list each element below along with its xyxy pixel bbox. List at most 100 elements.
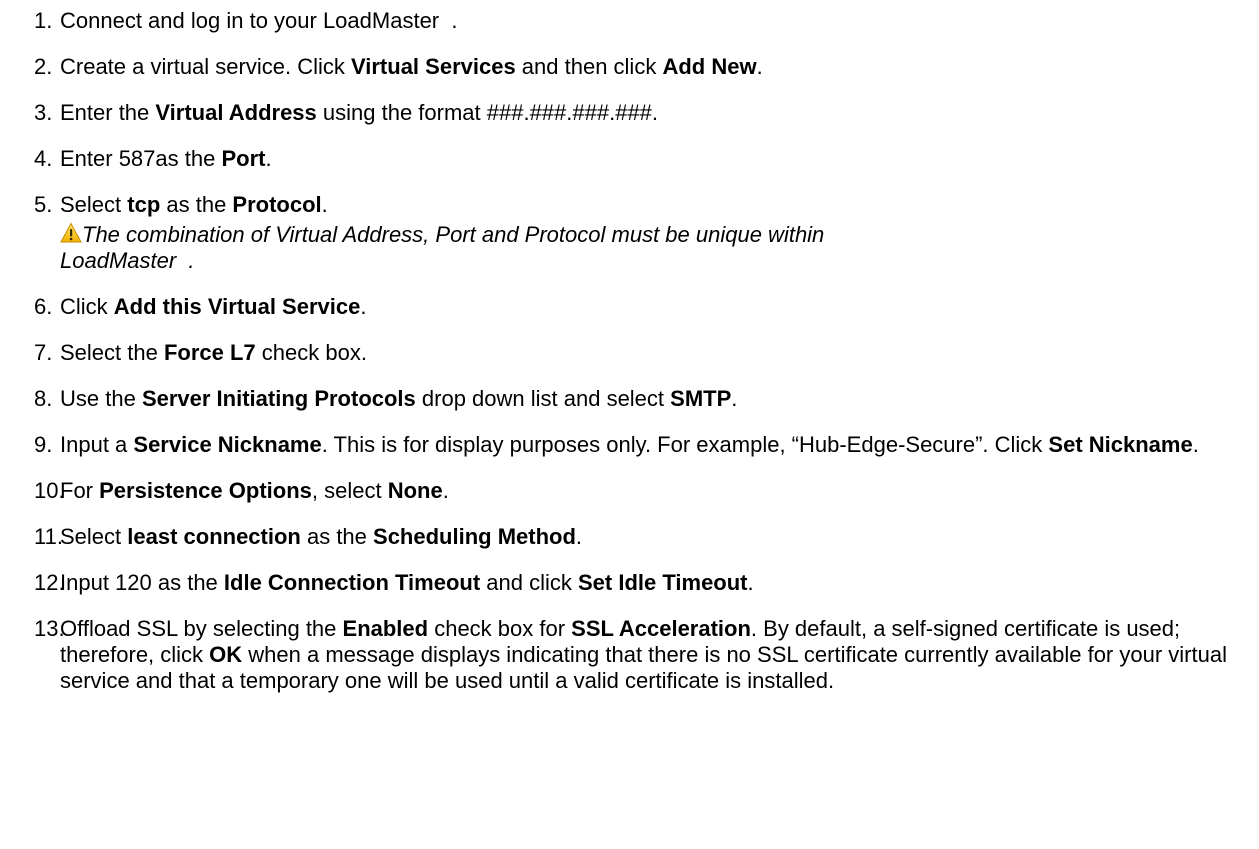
step-bold-term: Set Nickname	[1048, 432, 1193, 457]
step-bold-term: SMTP	[670, 386, 732, 411]
step-item: 13. Offload SSL by selecting the Enabled …	[34, 616, 1234, 694]
step-text-run: check box for	[428, 616, 572, 641]
step-number: 13.	[34, 616, 65, 641]
step-text: Input a Service Nickname. This is for di…	[60, 432, 1234, 458]
step-number: 1.	[34, 8, 53, 33]
step-text: Create a virtual service. Click Virtual …	[60, 54, 1234, 80]
step-text-run: and then click	[515, 54, 663, 79]
step-line: Input a Service Nickname. This is for di…	[60, 432, 1234, 458]
step-line: Use the Server Initiating Protocols drop…	[60, 386, 1234, 412]
step-text-run: Enter the	[60, 100, 156, 125]
step-text-run: check box.	[255, 340, 367, 365]
step-item: 7. Select the Force L7 check box.	[34, 340, 1234, 366]
step-bold-term: Virtual Services	[350, 54, 516, 79]
step-bold-term: tcp	[127, 192, 161, 217]
step-item: 3. Enter the Virtual Address using the fo…	[34, 100, 1234, 126]
step-item: 10. For Persistence Options, select None.	[34, 478, 1234, 504]
step-text-run: .	[360, 294, 367, 319]
document-page: 1. Connect and log in to your LoadMaster …	[0, 0, 1259, 849]
step-text-run: . This is for display purposes only. For…	[321, 432, 1049, 457]
step-text-run: .	[1192, 432, 1199, 457]
step-text: Select least connection as the Schedulin…	[60, 524, 1234, 550]
step-bold-term: Protocol	[232, 192, 322, 217]
step-bold-term: Enabled	[342, 616, 429, 641]
step-line: Enter the Virtual Address using the form…	[60, 100, 1234, 126]
warning-note: The combination of Virtual Address, Port…	[60, 222, 1234, 274]
step-bold-term: SSL Acceleration	[571, 616, 751, 641]
step-text-run: as the	[300, 524, 374, 549]
step-line: Select the Force L7 check box.	[60, 340, 1234, 366]
step-bold-term: Server Initiating Protocols	[141, 386, 416, 411]
step-bold-term: Idle Connection Timeout	[223, 570, 481, 595]
step-number: 3.	[34, 100, 53, 125]
step-line: Select least connection as the Schedulin…	[60, 524, 1234, 550]
step-number: 5.	[34, 192, 53, 217]
step-bold-term: Virtual Address	[155, 100, 317, 125]
step-text-run: .	[265, 146, 272, 171]
step-line: Create a virtual service. Click Virtual …	[60, 54, 1234, 80]
step-text-run: drop down list and select	[415, 386, 671, 411]
step-text-run: Offload SSL by selecting the	[60, 616, 343, 641]
step-bold-term: Port	[221, 146, 266, 171]
step-text-run: .	[747, 570, 754, 595]
steps-list: 1. Connect and log in to your LoadMaster …	[34, 8, 1234, 714]
step-number: 7.	[34, 340, 53, 365]
step-text-run: Input a	[60, 432, 134, 457]
step-text-run: Input 120 as the	[60, 570, 224, 595]
step-number: 12.	[34, 570, 65, 595]
step-text: Select the Force L7 check box.	[60, 340, 1234, 366]
step-item: 12. Input 120 as the Idle Connection Time…	[34, 570, 1234, 596]
step-line: Select tcp as the Protocol.	[60, 192, 1234, 218]
step-text-run: Connect and log in to your LoadMaster .	[60, 8, 458, 33]
step-number: 11.	[34, 524, 63, 549]
step-bold-term: Add New	[662, 54, 757, 79]
step-text-run: For	[60, 478, 100, 503]
step-text-run: .	[442, 478, 449, 503]
step-text-run: as the	[160, 192, 233, 217]
step-bold-term: Add this Virtual Service	[113, 294, 361, 319]
step-text-run: Create a virtual service. Click	[60, 54, 351, 79]
step-item: 2. Create a virtual service. Click Virtua…	[34, 54, 1234, 80]
step-text: Select tcp as the Protocol. The combinati…	[60, 192, 1234, 274]
step-item: 11. Select least connection as the Schedu…	[34, 524, 1234, 550]
step-bold-term: None	[387, 478, 443, 503]
step-bold-term: Persistence Options	[99, 478, 312, 503]
step-text-run: , select	[311, 478, 388, 503]
step-line: Input 120 as the Idle Connection Timeout…	[60, 570, 1234, 596]
step-number: 9.	[34, 432, 53, 457]
step-text-run: .	[731, 386, 738, 411]
step-bold-term: OK	[209, 642, 243, 667]
step-text: Enter the Virtual Address using the form…	[60, 100, 1234, 126]
step-text-run: .	[575, 524, 583, 549]
step-line: Enter 587as the Port.	[60, 146, 1234, 172]
step-text: Input 120 as the Idle Connection Timeout…	[60, 570, 1234, 596]
step-line: For Persistence Options, select None.	[60, 478, 1234, 504]
step-item: 1. Connect and log in to your LoadMaster …	[34, 8, 1234, 34]
step-text-run: Click	[60, 294, 114, 319]
step-text-run: and click	[480, 570, 578, 595]
step-bold-term: Service Nickname	[133, 432, 322, 457]
step-text-run: Select	[60, 192, 128, 217]
step-bold-term: least connection	[127, 524, 301, 549]
step-text-run: Select	[60, 524, 128, 549]
step-number: 6.	[34, 294, 53, 319]
step-number: 2.	[34, 54, 53, 79]
step-item: 6. Click Add this Virtual Service.	[34, 294, 1234, 320]
step-number: 4.	[34, 146, 53, 171]
warning-note-text: LoadMaster .	[60, 248, 195, 273]
step-number: 8.	[34, 386, 53, 411]
warning-note-text: The combination of Virtual Address, Port…	[82, 222, 825, 247]
step-line: Offload SSL by selecting the Enabled che…	[60, 616, 1234, 694]
step-bold-term: Set Idle Timeout	[578, 570, 748, 595]
step-text-run: using the format ###.###.###.###.	[316, 100, 659, 125]
step-line: Connect and log in to your LoadMaster .	[60, 8, 1234, 34]
step-line: Click Add this Virtual Service.	[60, 294, 1234, 320]
step-text: Use the Server Initiating Protocols drop…	[60, 386, 1234, 412]
step-text: Click Add this Virtual Service.	[60, 294, 1234, 320]
step-number: 10.	[34, 478, 65, 503]
step-text-run: Select the	[60, 340, 164, 365]
warning-icon	[60, 222, 82, 244]
step-text-run: Enter 587as the	[60, 146, 222, 171]
step-item: 8. Use the Server Initiating Protocols dr…	[34, 386, 1234, 412]
step-text: Connect and log in to your LoadMaster .	[60, 8, 1234, 34]
